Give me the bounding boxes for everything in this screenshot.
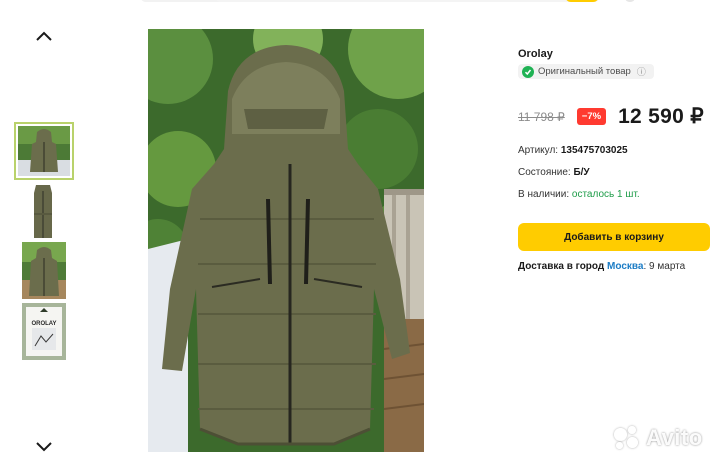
avito-logo-icon [612,426,642,450]
old-price: 11 798 ₽ [518,109,565,124]
thumbnail-4[interactable]: OROLAY [22,303,66,360]
check-icon [522,65,534,78]
thumbnail-2[interactable] [22,183,64,240]
current-price: 12 590 ₽ [618,105,704,128]
header-icon-edge[interactable] [625,0,635,2]
chevron-up-icon [36,31,52,41]
delivery-city-link[interactable]: Москва [607,261,643,272]
thumbnail-3[interactable] [22,242,66,299]
search-button-edge[interactable] [565,0,599,2]
price-row: 11 798 ₽ −7% 12 590 ₽ [518,104,704,129]
avito-watermark-text: Avito [646,425,703,450]
thumbnail-1-image [18,126,70,176]
thumbnail-3-image [22,242,66,299]
thumbnail-4-image [22,303,66,360]
article-value: 135475703025 [560,145,628,156]
original-badge-label: Оригинальный товар [538,66,631,77]
stock-value: осталось 1 шт. [571,189,640,200]
thumbnail-2-image [22,183,64,240]
condition-value: Б/У [573,167,590,178]
thumbnails-down-button[interactable] [30,436,58,456]
condition-label: Состояние: [518,167,571,178]
article-row: Артикул: 135475703025 [518,145,628,156]
thumbnail-1[interactable] [14,122,74,180]
thumbnail-4-logo-text: OROLAY [31,321,57,327]
search-bar-edge[interactable] [215,0,600,2]
jacket-photo [148,29,424,452]
top-strip [0,0,720,6]
delivery-date: : 9 марта [643,261,686,272]
chevron-down-icon [36,442,52,452]
info-icon[interactable]: ⓘ [637,65,646,78]
avito-watermark: Avito [612,425,703,451]
stock-label: В наличии: [518,189,570,200]
main-product-photo[interactable] [148,29,424,452]
brand-link[interactable]: Orolay [518,48,714,60]
article-label: Артикул: [518,145,559,156]
stock-row: В наличии: осталось 1 шт. [518,189,640,200]
discount-badge: −7% [576,108,607,125]
add-to-cart-button[interactable]: Добавить в корзину [518,223,710,251]
delivery-row: Доставка в город Москва: 9 марта [518,261,685,272]
product-info-panel: Orolay Оригинальный товар ⓘ 11 798 ₽ −7%… [518,48,714,272]
thumbnails-up-button[interactable] [30,26,58,46]
condition-row: Состояние: Б/У [518,167,590,178]
delivery-label: Доставка в город [518,261,605,272]
original-product-badge[interactable]: Оригинальный товар ⓘ [518,64,654,79]
